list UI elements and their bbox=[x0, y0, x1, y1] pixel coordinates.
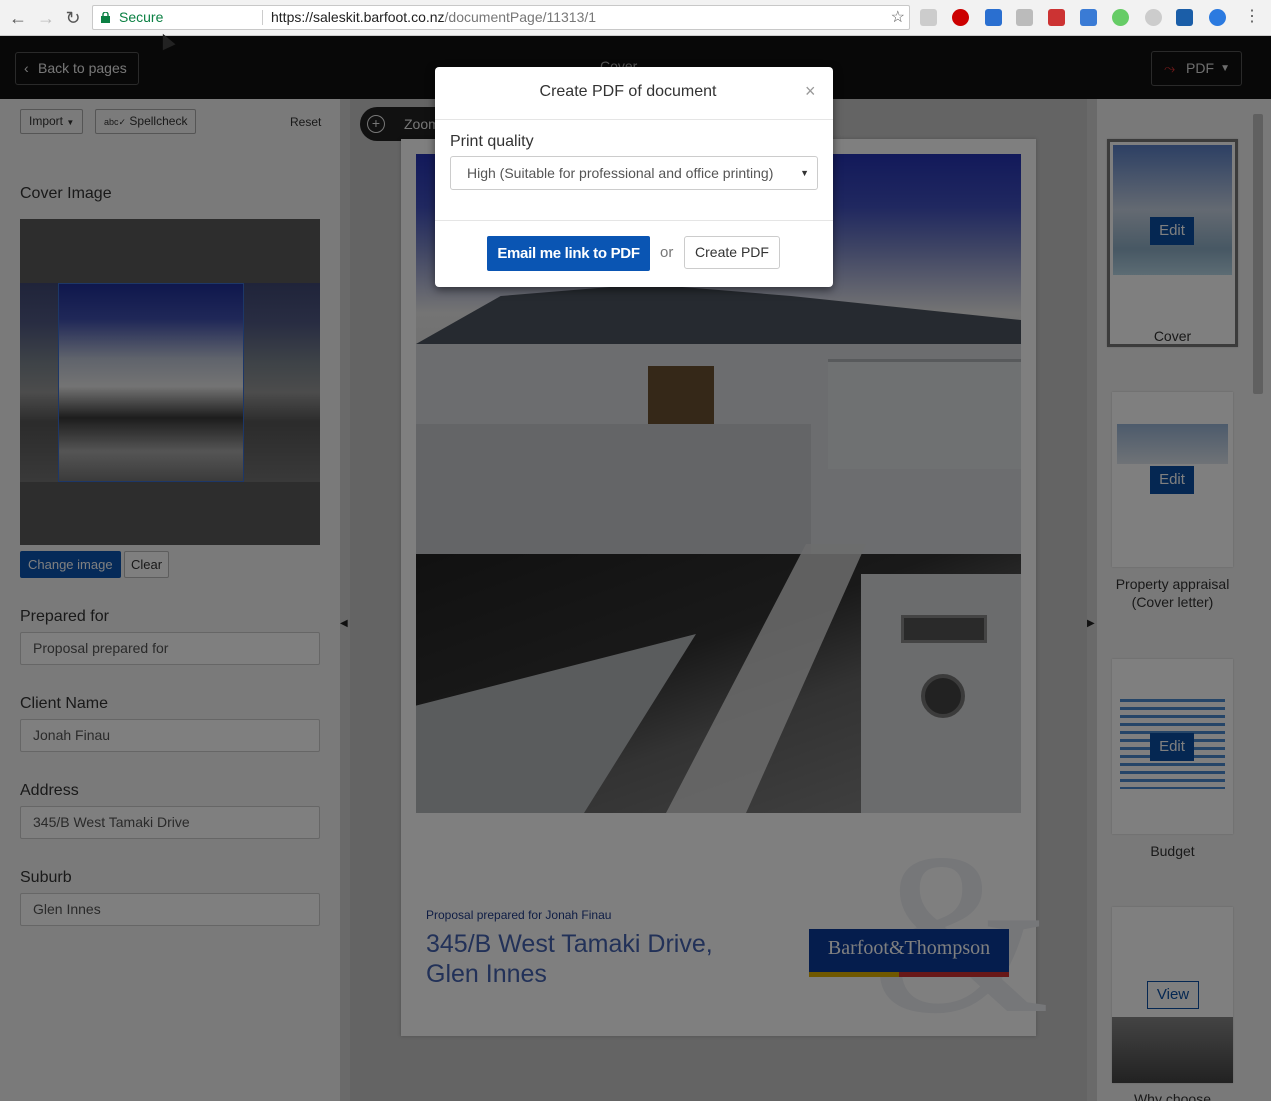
browser-toolbar: ← → ↻ Secure https://saleskit.barfoot.co… bbox=[0, 0, 1271, 36]
omnibox-divider bbox=[262, 10, 263, 25]
green-extension-icon[interactable] bbox=[1112, 9, 1129, 26]
create-pdf-button[interactable]: Create PDF bbox=[684, 236, 780, 269]
secure-label: Secure bbox=[119, 9, 164, 25]
create-pdf-modal: Create PDF of document × Print quality H… bbox=[435, 67, 833, 287]
wave-extension-icon[interactable] bbox=[1080, 9, 1097, 26]
toggle-extension-icon[interactable] bbox=[985, 9, 1002, 26]
modal-divider bbox=[435, 119, 833, 120]
modal-title: Create PDF of document bbox=[539, 83, 717, 100]
address-bar[interactable]: Secure https://saleskit.barfoot.co.nz/do… bbox=[92, 5, 910, 30]
forward-arrow-icon[interactable]: → bbox=[36, 8, 56, 28]
browser-menu-icon[interactable]: ⋮ bbox=[1244, 7, 1260, 27]
url-path: /documentPage/11313/1 bbox=[444, 9, 597, 25]
print-quality-select[interactable]: High (Suitable for professional and offi… bbox=[450, 156, 818, 190]
url-host: https://saleskit.barfoot.co.nz bbox=[271, 9, 445, 25]
bookmark-star-icon[interactable]: ☆ bbox=[891, 6, 905, 29]
grey-extension-icon[interactable] bbox=[1145, 9, 1162, 26]
reload-icon[interactable]: ↻ bbox=[63, 8, 83, 28]
print-quality-label: Print quality bbox=[450, 133, 534, 150]
adblock-extension-icon[interactable] bbox=[952, 9, 969, 26]
x-circle-extension-icon[interactable] bbox=[1209, 9, 1226, 26]
recycle-extension-icon[interactable] bbox=[920, 9, 937, 26]
red-extension-icon[interactable] bbox=[1048, 9, 1065, 26]
select-arrow-icon: ▼ bbox=[800, 168, 809, 178]
blue-box-extension-icon[interactable] bbox=[1176, 9, 1193, 26]
print-quality-value: High (Suitable for professional and offi… bbox=[467, 165, 774, 181]
modal-divider bbox=[435, 220, 833, 221]
email-link-button[interactable]: Email me link to PDF bbox=[487, 236, 650, 271]
back-arrow-icon[interactable]: ← bbox=[8, 8, 28, 28]
close-icon[interactable]: × bbox=[805, 81, 816, 102]
lock-icon bbox=[101, 12, 110, 23]
puzzle-extension-icon[interactable] bbox=[1016, 9, 1033, 26]
url-text: https://saleskit.barfoot.co.nz/documentP… bbox=[271, 6, 596, 29]
or-text: or bbox=[660, 244, 674, 261]
